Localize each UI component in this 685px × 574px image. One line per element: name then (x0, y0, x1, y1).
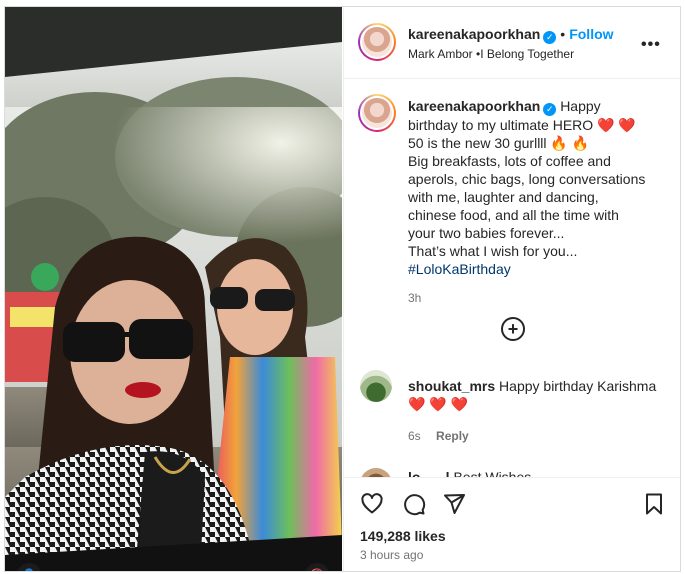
caption-line-9: That’s what I wish for you... (408, 242, 578, 259)
caption-line-7: chinese food, and all the time with (408, 206, 619, 223)
heart-emoji: ❤️ ❤️ (597, 116, 636, 133)
post-details-panel: kareenakapoorkhan ✓ • Follow Mark Ambor •I … (343, 7, 680, 571)
caption-line-4: Big breakfasts, lots of coffee and (408, 152, 611, 169)
comment-hearts: ❤️ ❤️ ❤️ (408, 396, 469, 412)
caption-line-2: birthday to my ultimate HERO (408, 116, 594, 133)
plus-circle-icon[interactable]: + (501, 317, 525, 341)
selfie-image (5, 7, 342, 571)
comments-scroll-area[interactable]: kareenakapoorkhan ✓ Happy birthday to my … (344, 80, 680, 477)
caption-line-1: Happy (560, 98, 601, 114)
comment-text: Best Wishes (453, 469, 532, 477)
author-username[interactable]: kareenakapoorkhan (408, 26, 540, 42)
verified-icon: ✓ (543, 102, 557, 116)
comment-avatar[interactable] (360, 370, 392, 402)
caption-author-avatar[interactable] (358, 94, 396, 132)
comment-time: 6s (408, 429, 421, 443)
caption-username[interactable]: kareenakapoorkhan (408, 98, 540, 114)
caption-line-6: with me, laughter and dancing, (408, 188, 599, 205)
comment-item: lo l Best Wishes (408, 468, 668, 477)
post-timestamp: 3 hours ago (360, 548, 424, 562)
comment-item: shoukat_mrs Happy birthday Karishma ❤️ ❤… (408, 377, 668, 413)
bookmark-icon[interactable] (642, 492, 666, 516)
caption-timestamp: 3h (408, 291, 422, 305)
post-header: kareenakapoorkhan ✓ • Follow Mark Ambor •I … (344, 7, 680, 79)
author-avatar[interactable] (358, 23, 396, 61)
like-count[interactable]: 149,288 likes (360, 528, 446, 544)
comment-avatar[interactable] (360, 468, 392, 477)
post-actions: 149,288 likes 3 hours ago (344, 477, 680, 571)
more-icon[interactable]: ••• (641, 36, 661, 54)
fire-emoji: 🔥 🔥 (550, 134, 590, 151)
post-photo[interactable]: 👤 🔇 (5, 7, 342, 571)
reply-button[interactable]: Reply (436, 429, 469, 443)
audio-label[interactable]: Mark Ambor •I Belong Together (408, 47, 574, 61)
comment-text: Happy birthday Karishma (499, 378, 657, 394)
caption-line-5: aperols, chic bags, long conversations (408, 170, 646, 187)
comment-icon[interactable] (402, 492, 426, 516)
post-caption: kareenakapoorkhan ✓ Happy birthday to my … (408, 97, 664, 278)
caption-line-8: your two babies forever... (408, 224, 565, 241)
follow-button[interactable]: Follow (569, 26, 613, 42)
heart-icon[interactable] (360, 492, 384, 516)
comment-username[interactable]: shoukat_mrs (408, 378, 495, 394)
caption-hashtag[interactable]: #LoloKaBirthday (408, 260, 664, 278)
verified-icon: ✓ (543, 31, 557, 44)
caption-line-3: 50 is the new 30 gurllll (408, 134, 547, 151)
comment-username[interactable]: lo l (408, 469, 450, 477)
separator-dot: • (560, 26, 566, 42)
post-modal: 👤 🔇 kareenakapoorkhan✓•Follow Mark Ambor… (4, 6, 681, 572)
comment-meta: 6s Reply (408, 429, 469, 443)
share-icon[interactable] (442, 492, 466, 516)
